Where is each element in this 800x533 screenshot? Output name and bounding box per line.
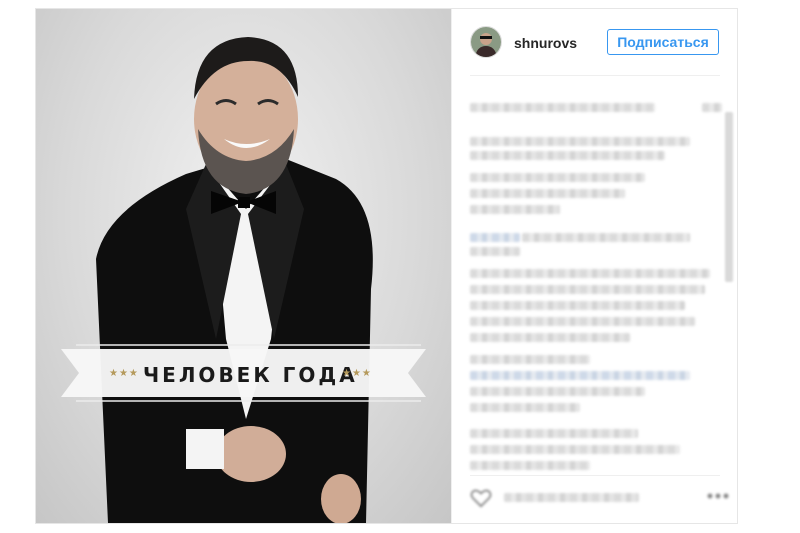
blurred-comment-line: [470, 189, 625, 198]
blurred-comment-line: [470, 429, 638, 438]
banner-stars-right: ★★★: [342, 368, 372, 379]
footer-divider: [470, 475, 720, 476]
blurred-comment-line: [470, 371, 690, 380]
blurred-comment-line: [470, 403, 580, 412]
blurred-comment-line: [470, 387, 645, 396]
blurred-comment-line: [470, 247, 520, 256]
blurred-caption-line: [470, 103, 655, 112]
comments-list-blurred: [470, 89, 722, 470]
blurred-comment-line: [470, 233, 520, 242]
banner-title: ЧЕЛОВЕК ГОДА: [143, 363, 358, 387]
header-divider: [470, 75, 720, 76]
blurred-comment-line: [470, 173, 645, 182]
banner-stars-left: ★★★: [109, 368, 139, 379]
post-header: shnurovs Подписаться: [452, 9, 738, 75]
blurred-comment-line: [470, 269, 710, 278]
post-photo[interactable]: ★★★ ЧЕЛОВЕК ГОДА ★★★: [36, 9, 451, 523]
portrait-image: [61, 37, 426, 523]
post-sidebar: shnurovs Подписаться: [451, 9, 737, 523]
username-link[interactable]: shnurovs: [514, 35, 577, 51]
blurred-comment-line: [470, 285, 705, 294]
comments-scrollbar[interactable]: [724, 87, 734, 482]
blurred-comment-line: [470, 151, 665, 160]
blurred-comment-line: [470, 461, 590, 470]
blurred-comment-line: [470, 205, 560, 214]
post-actions: [470, 487, 734, 513]
blurred-comment-line: [470, 137, 690, 146]
user-avatar-icon[interactable]: [470, 26, 502, 58]
blurred-comment-line: [522, 233, 690, 242]
more-icon[interactable]: [706, 491, 730, 501]
heart-icon[interactable]: [470, 488, 492, 508]
blurred-comment-line: [470, 301, 685, 310]
follow-button[interactable]: Подписаться: [607, 29, 719, 55]
blurred-comment-line: [470, 355, 590, 364]
blurred-timestamp: [702, 103, 722, 112]
blurred-comment-line: [470, 445, 680, 454]
scrollbar-thumb[interactable]: [725, 112, 733, 282]
blurred-comment-line: [470, 317, 695, 326]
blurred-comment-line: [470, 333, 630, 342]
blurred-comment-input[interactable]: [504, 493, 639, 502]
instagram-post: ★★★ ЧЕЛОВЕК ГОДА ★★★ shnurovs Подписатьс…: [35, 8, 738, 524]
